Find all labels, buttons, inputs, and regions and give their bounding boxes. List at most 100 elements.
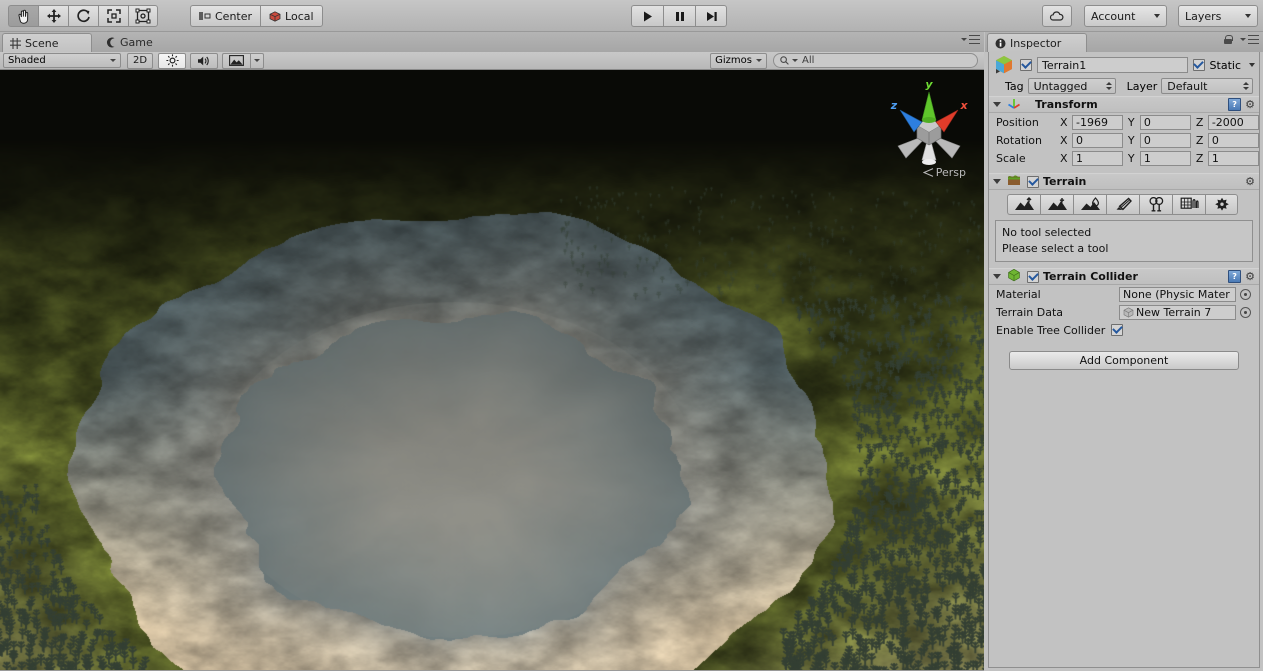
chevron-down-icon: [961, 38, 967, 41]
place-trees-tool-button[interactable]: [1139, 194, 1172, 215]
rect-tool-button[interactable]: [128, 5, 158, 27]
scene-search-field[interactable]: All: [773, 53, 978, 68]
inspector-panel: Inspector Terrain1 Static Tag Untagged L…: [985, 32, 1263, 671]
pause-button[interactable]: [663, 5, 695, 27]
scale-y-field[interactable]: 1: [1139, 150, 1192, 166]
tag-layer-row: Tag Untagged Layer Default: [989, 76, 1259, 96]
inspector-panel-menu[interactable]: [1224, 35, 1259, 44]
step-button[interactable]: [695, 5, 727, 27]
paint-texture-tool-button[interactable]: [1106, 194, 1139, 215]
paint-details-tool-button[interactable]: [1172, 194, 1205, 215]
scene-fx-dropdown[interactable]: [250, 52, 264, 69]
component-title-transform: Transform: [1035, 98, 1098, 111]
pivot-mode-button[interactable]: Center: [190, 5, 261, 27]
axis-y-label: Y: [1127, 151, 1135, 165]
scale-tool-button[interactable]: [98, 5, 128, 27]
rotation-label: Rotation: [996, 133, 1043, 147]
move-tool-button[interactable]: [38, 5, 68, 27]
prefab-cube-icon: [993, 54, 1015, 76]
projection-text: Persp: [935, 166, 966, 179]
component-header-transform[interactable]: Transform ? ⚙: [989, 96, 1259, 113]
static-dropdown-icon[interactable]: [1249, 63, 1255, 67]
terrain-settings-tool-button[interactable]: [1205, 194, 1238, 215]
axis-label-y: y: [925, 78, 933, 91]
axis-z-label: Z: [1195, 115, 1204, 129]
updown-icon: [1243, 82, 1250, 90]
component-header-terrain[interactable]: Terrain ⚙: [989, 173, 1259, 190]
add-component-button[interactable]: Add Component: [1009, 351, 1239, 370]
gameobject-enabled-checkbox[interactable]: [1020, 59, 1032, 71]
rotation-z-field[interactable]: 0: [1207, 132, 1260, 148]
add-component-area: Add Component: [989, 351, 1259, 370]
transform-tools-group: [8, 5, 158, 27]
pivot-rotation-button[interactable]: Local: [260, 5, 323, 27]
terrain-enabled-checkbox[interactable]: [1027, 175, 1039, 188]
help-icon[interactable]: ?: [1228, 270, 1242, 283]
position-z-field[interactable]: -2000: [1207, 114, 1260, 130]
material-object-field[interactable]: None (Physic Mater: [1119, 286, 1236, 302]
scene-fx-toggle[interactable]: [222, 52, 250, 69]
gear-icon[interactable]: ⚙: [1245, 270, 1255, 283]
scene-projection-label[interactable]: Persp: [922, 166, 966, 179]
gizmos-label: Gizmos: [715, 55, 752, 66]
axis-x-label: X: [1060, 151, 1068, 165]
account-label: Account: [1091, 9, 1136, 23]
gizmos-dropdown[interactable]: Gizmos: [710, 52, 767, 69]
scale-z-field[interactable]: 1: [1207, 150, 1260, 166]
tab-scene[interactable]: Scene: [2, 33, 92, 52]
material-label: Material: [996, 287, 1041, 301]
layers-dropdown[interactable]: Layers: [1178, 5, 1258, 27]
component-header-terrain-collider[interactable]: Terrain Collider ? ⚙: [989, 268, 1259, 285]
scene-panel-menu[interactable]: [961, 35, 980, 44]
lock-icon[interactable]: [1224, 35, 1233, 44]
scene-viewport[interactable]: y x z Persp: [0, 70, 984, 670]
raise-lower-terrain-tool-button[interactable]: [1007, 194, 1040, 215]
gear-icon[interactable]: ⚙: [1245, 98, 1255, 111]
play-button[interactable]: [631, 5, 663, 27]
static-checkbox[interactable]: [1192, 59, 1205, 71]
smooth-height-tool-button[interactable]: [1073, 194, 1106, 215]
scale-x-field[interactable]: 1: [1072, 150, 1124, 166]
rotation-y-field[interactable]: 0: [1139, 132, 1192, 148]
tab-game-label: Game: [120, 36, 153, 49]
gear-icon[interactable]: ⚙: [1245, 175, 1255, 188]
chevron-down-icon: [756, 59, 762, 62]
rotation-x-field[interactable]: 0: [1072, 132, 1124, 148]
position-x-field[interactable]: -1969: [1072, 114, 1124, 130]
object-picker-icon[interactable]: [1240, 306, 1251, 318]
terrain-data-object-field[interactable]: New Terrain 7: [1119, 304, 1236, 320]
axis-y-label: Y: [1127, 115, 1135, 129]
cloud-services-button[interactable]: [1042, 5, 1072, 27]
terrain-render[interactable]: [0, 70, 984, 670]
collider-icon: [1007, 268, 1021, 285]
enable-tree-collider-checkbox[interactable]: [1111, 324, 1123, 336]
tag-dropdown[interactable]: Untagged: [1027, 78, 1116, 94]
help-icon[interactable]: ?: [1228, 98, 1242, 111]
cloud-button-group: [1042, 5, 1072, 27]
foldout-icon[interactable]: [993, 102, 1001, 107]
foldout-icon[interactable]: [993, 274, 1001, 279]
paint-height-tool-button[interactable]: [1040, 194, 1073, 215]
position-y-value: 0: [1143, 115, 1151, 129]
scene-lighting-toggle[interactable]: [158, 52, 186, 69]
tab-game[interactable]: Game: [98, 33, 170, 52]
toggle-2d-button[interactable]: 2D: [127, 52, 153, 69]
rotation-z-value: 0: [1211, 133, 1219, 147]
foldout-icon[interactable]: [993, 179, 1001, 184]
position-y-field[interactable]: 0: [1139, 114, 1192, 130]
tab-inspector[interactable]: Inspector: [987, 33, 1087, 52]
draw-mode-dropdown[interactable]: Shaded: [3, 53, 121, 68]
info-icon: [995, 38, 1006, 48]
pivot-mode-label: Center: [215, 9, 253, 23]
layer-dropdown[interactable]: Default: [1161, 78, 1254, 94]
terrain-data-value: New Terrain 7: [1136, 305, 1212, 319]
gameobject-name-field[interactable]: Terrain1: [1037, 57, 1188, 73]
scene-tabbar: Scene Game: [0, 32, 984, 52]
object-picker-icon[interactable]: [1240, 288, 1251, 300]
hand-tool-button[interactable]: [8, 5, 38, 27]
pivot-controls-group: Center Local: [190, 5, 323, 27]
scene-audio-toggle[interactable]: [190, 52, 218, 69]
terrain-collider-enabled-checkbox[interactable]: [1027, 270, 1039, 283]
account-dropdown[interactable]: Account: [1084, 5, 1167, 27]
rotate-tool-button[interactable]: [68, 5, 98, 27]
